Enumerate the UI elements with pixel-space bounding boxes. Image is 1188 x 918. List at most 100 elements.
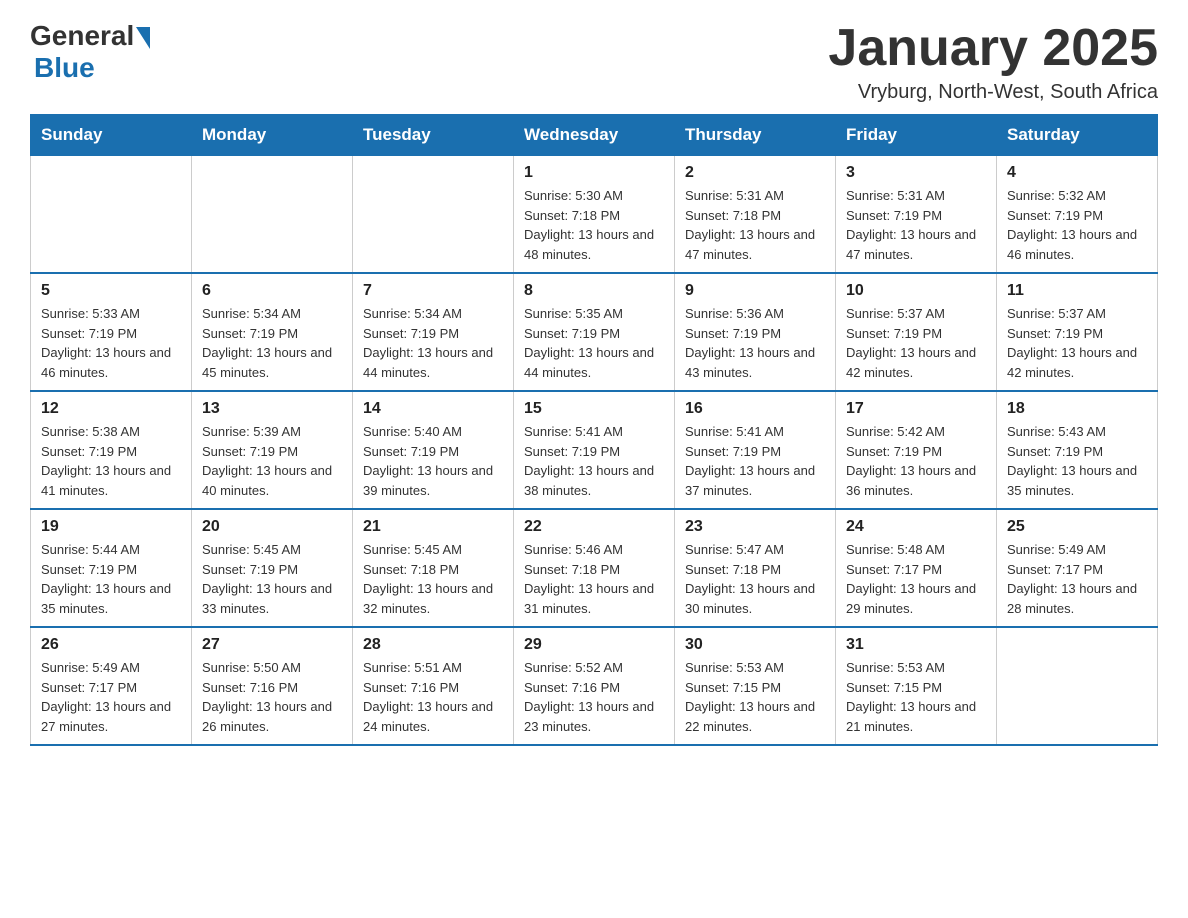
day-number: 13 bbox=[202, 400, 342, 418]
day-number: 16 bbox=[685, 400, 825, 418]
week-row-2: 5 Sunrise: 5:33 AM Sunset: 7:19 PM Daylig… bbox=[31, 273, 1158, 391]
calendar-cell: 10 Sunrise: 5:37 AM Sunset: 7:19 PM Dayli… bbox=[836, 273, 997, 391]
day-info: Sunrise: 5:53 AM Sunset: 7:15 PM Dayligh… bbox=[685, 658, 825, 736]
day-info: Sunrise: 5:52 AM Sunset: 7:16 PM Dayligh… bbox=[524, 658, 664, 736]
day-info: Sunrise: 5:41 AM Sunset: 7:19 PM Dayligh… bbox=[685, 422, 825, 500]
calendar-cell: 13 Sunrise: 5:39 AM Sunset: 7:19 PM Dayli… bbox=[192, 391, 353, 509]
calendar-cell: 8 Sunrise: 5:35 AM Sunset: 7:19 PM Daylig… bbox=[514, 273, 675, 391]
weekday-header-tuesday: Tuesday bbox=[353, 115, 514, 156]
week-row-4: 19 Sunrise: 5:44 AM Sunset: 7:19 PM Dayli… bbox=[31, 509, 1158, 627]
calendar-cell: 29 Sunrise: 5:52 AM Sunset: 7:16 PM Dayli… bbox=[514, 627, 675, 745]
calendar-cell: 21 Sunrise: 5:45 AM Sunset: 7:18 PM Dayli… bbox=[353, 509, 514, 627]
day-number: 10 bbox=[846, 282, 986, 300]
logo-general-text: General bbox=[30, 20, 134, 52]
logo-blue-text: Blue bbox=[34, 52, 95, 83]
day-number: 14 bbox=[363, 400, 503, 418]
week-row-3: 12 Sunrise: 5:38 AM Sunset: 7:19 PM Dayli… bbox=[31, 391, 1158, 509]
calendar-cell: 26Sunrise: 5:49 AM Sunset: 7:17 PM Dayli… bbox=[31, 627, 192, 745]
day-info: Sunrise: 5:32 AM Sunset: 7:19 PM Dayligh… bbox=[1007, 186, 1147, 264]
day-number: 28 bbox=[363, 636, 503, 654]
day-info: Sunrise: 5:42 AM Sunset: 7:19 PM Dayligh… bbox=[846, 422, 986, 500]
day-info: Sunrise: 5:46 AM Sunset: 7:18 PM Dayligh… bbox=[524, 540, 664, 618]
calendar-cell: 2 Sunrise: 5:31 AM Sunset: 7:18 PM Daylig… bbox=[675, 156, 836, 274]
page-header: General Blue January 2025 Vryburg, North… bbox=[30, 20, 1158, 104]
calendar-cell: 15Sunrise: 5:41 AM Sunset: 7:19 PM Dayli… bbox=[514, 391, 675, 509]
day-number: 20 bbox=[202, 518, 342, 536]
day-info: Sunrise: 5:31 AM Sunset: 7:18 PM Dayligh… bbox=[685, 186, 825, 264]
day-number: 6 bbox=[202, 282, 342, 300]
day-info: Sunrise: 5:37 AM Sunset: 7:19 PM Dayligh… bbox=[1007, 304, 1147, 382]
logo: General Blue bbox=[30, 20, 150, 84]
week-row-1: 1Sunrise: 5:30 AM Sunset: 7:18 PM Daylig… bbox=[31, 156, 1158, 274]
weekday-header-row: SundayMondayTuesdayWednesdayThursdayFrid… bbox=[31, 115, 1158, 156]
day-number: 12 bbox=[41, 400, 181, 418]
day-number: 11 bbox=[1007, 282, 1147, 300]
day-info: Sunrise: 5:48 AM Sunset: 7:17 PM Dayligh… bbox=[846, 540, 986, 618]
day-info: Sunrise: 5:49 AM Sunset: 7:17 PM Dayligh… bbox=[1007, 540, 1147, 618]
calendar-cell: 20 Sunrise: 5:45 AM Sunset: 7:19 PM Dayli… bbox=[192, 509, 353, 627]
weekday-header-friday: Friday bbox=[836, 115, 997, 156]
calendar-cell: 7Sunrise: 5:34 AM Sunset: 7:19 PM Daylig… bbox=[353, 273, 514, 391]
day-info: Sunrise: 5:39 AM Sunset: 7:19 PM Dayligh… bbox=[202, 422, 342, 500]
page-title: January 2025 bbox=[828, 20, 1158, 77]
day-info: Sunrise: 5:38 AM Sunset: 7:19 PM Dayligh… bbox=[41, 422, 181, 500]
day-number: 19 bbox=[41, 518, 181, 536]
day-info: Sunrise: 5:34 AM Sunset: 7:19 PM Dayligh… bbox=[363, 304, 503, 382]
calendar-cell: 27Sunrise: 5:50 AM Sunset: 7:16 PM Dayli… bbox=[192, 627, 353, 745]
calendar-cell: 5 Sunrise: 5:33 AM Sunset: 7:19 PM Daylig… bbox=[31, 273, 192, 391]
day-number: 2 bbox=[685, 164, 825, 182]
weekday-header-sunday: Sunday bbox=[31, 115, 192, 156]
day-info: Sunrise: 5:35 AM Sunset: 7:19 PM Dayligh… bbox=[524, 304, 664, 382]
day-info: Sunrise: 5:40 AM Sunset: 7:19 PM Dayligh… bbox=[363, 422, 503, 500]
weekday-header-thursday: Thursday bbox=[675, 115, 836, 156]
calendar-cell bbox=[31, 156, 192, 274]
calendar-cell bbox=[353, 156, 514, 274]
day-info: Sunrise: 5:51 AM Sunset: 7:16 PM Dayligh… bbox=[363, 658, 503, 736]
calendar-cell: 4Sunrise: 5:32 AM Sunset: 7:19 PM Daylig… bbox=[997, 156, 1158, 274]
calendar-cell: 28 Sunrise: 5:51 AM Sunset: 7:16 PM Dayli… bbox=[353, 627, 514, 745]
day-number: 5 bbox=[41, 282, 181, 300]
weekday-header-saturday: Saturday bbox=[997, 115, 1158, 156]
day-number: 22 bbox=[524, 518, 664, 536]
calendar-cell: 16 Sunrise: 5:41 AM Sunset: 7:19 PM Dayli… bbox=[675, 391, 836, 509]
day-number: 30 bbox=[685, 636, 825, 654]
day-number: 23 bbox=[685, 518, 825, 536]
day-info: Sunrise: 5:30 AM Sunset: 7:18 PM Dayligh… bbox=[524, 186, 664, 264]
calendar-cell: 11 Sunrise: 5:37 AM Sunset: 7:19 PM Dayli… bbox=[997, 273, 1158, 391]
day-info: Sunrise: 5:33 AM Sunset: 7:19 PM Dayligh… bbox=[41, 304, 181, 382]
calendar-body: 1Sunrise: 5:30 AM Sunset: 7:18 PM Daylig… bbox=[31, 156, 1158, 746]
day-info: Sunrise: 5:50 AM Sunset: 7:16 PM Dayligh… bbox=[202, 658, 342, 736]
calendar-table: SundayMondayTuesdayWednesdayThursdayFrid… bbox=[30, 114, 1158, 746]
day-info: Sunrise: 5:53 AM Sunset: 7:15 PM Dayligh… bbox=[846, 658, 986, 736]
day-info: Sunrise: 5:45 AM Sunset: 7:19 PM Dayligh… bbox=[202, 540, 342, 618]
day-info: Sunrise: 5:47 AM Sunset: 7:18 PM Dayligh… bbox=[685, 540, 825, 618]
calendar-cell: 25 Sunrise: 5:49 AM Sunset: 7:17 PM Dayli… bbox=[997, 509, 1158, 627]
calendar-cell: 30 Sunrise: 5:53 AM Sunset: 7:15 PM Dayli… bbox=[675, 627, 836, 745]
weekday-header-wednesday: Wednesday bbox=[514, 115, 675, 156]
week-row-5: 26Sunrise: 5:49 AM Sunset: 7:17 PM Dayli… bbox=[31, 627, 1158, 745]
day-info: Sunrise: 5:45 AM Sunset: 7:18 PM Dayligh… bbox=[363, 540, 503, 618]
day-info: Sunrise: 5:37 AM Sunset: 7:19 PM Dayligh… bbox=[846, 304, 986, 382]
day-number: 21 bbox=[363, 518, 503, 536]
day-number: 8 bbox=[524, 282, 664, 300]
day-number: 18 bbox=[1007, 400, 1147, 418]
calendar-cell: 17Sunrise: 5:42 AM Sunset: 7:19 PM Dayli… bbox=[836, 391, 997, 509]
day-number: 9 bbox=[685, 282, 825, 300]
day-info: Sunrise: 5:36 AM Sunset: 7:19 PM Dayligh… bbox=[685, 304, 825, 382]
calendar-cell: 1Sunrise: 5:30 AM Sunset: 7:18 PM Daylig… bbox=[514, 156, 675, 274]
calendar-cell: 31Sunrise: 5:53 AM Sunset: 7:15 PM Dayli… bbox=[836, 627, 997, 745]
day-info: Sunrise: 5:41 AM Sunset: 7:19 PM Dayligh… bbox=[524, 422, 664, 500]
day-number: 29 bbox=[524, 636, 664, 654]
day-number: 26 bbox=[41, 636, 181, 654]
weekday-header-monday: Monday bbox=[192, 115, 353, 156]
calendar-cell bbox=[192, 156, 353, 274]
day-info: Sunrise: 5:44 AM Sunset: 7:19 PM Dayligh… bbox=[41, 540, 181, 618]
page-subtitle: Vryburg, North-West, South Africa bbox=[828, 81, 1158, 104]
calendar-cell bbox=[997, 627, 1158, 745]
calendar-cell: 6Sunrise: 5:34 AM Sunset: 7:19 PM Daylig… bbox=[192, 273, 353, 391]
calendar-cell: 14 Sunrise: 5:40 AM Sunset: 7:19 PM Dayli… bbox=[353, 391, 514, 509]
title-block: January 2025 Vryburg, North-West, South … bbox=[828, 20, 1158, 104]
day-number: 25 bbox=[1007, 518, 1147, 536]
day-info: Sunrise: 5:43 AM Sunset: 7:19 PM Dayligh… bbox=[1007, 422, 1147, 500]
day-number: 3 bbox=[846, 164, 986, 182]
